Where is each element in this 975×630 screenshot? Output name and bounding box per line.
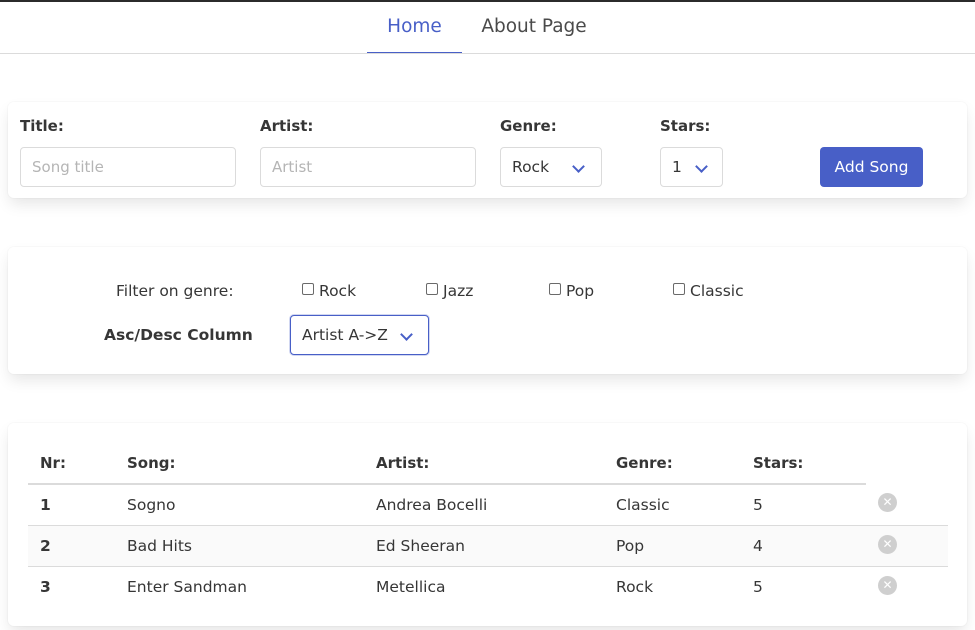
column-header-artist: Artist:: [376, 454, 430, 472]
close-icon: ✕: [882, 537, 893, 551]
close-icon: ✕: [882, 495, 893, 509]
delete-song-button[interactable]: ✕: [878, 535, 897, 554]
artist-label: Artist:: [260, 117, 314, 135]
chevron-down-icon: [400, 328, 413, 341]
cell-nr: 1: [40, 496, 51, 514]
chevron-down-icon: [572, 160, 585, 173]
genre-select[interactable]: Rock: [500, 147, 602, 187]
cell-nr: 2: [40, 537, 51, 555]
column-header-nr: Nr:: [40, 454, 66, 472]
checkbox-icon: [426, 283, 438, 295]
delete-song-button[interactable]: ✕: [878, 576, 897, 595]
cell-artist: Andrea Bocelli: [376, 496, 488, 514]
chevron-down-icon: [695, 160, 708, 173]
cell-genre: Pop: [616, 537, 645, 555]
cell-song: Bad Hits: [127, 537, 193, 555]
column-header-stars: Stars:: [753, 454, 804, 472]
cell-stars: 5: [753, 578, 763, 596]
filter-checkbox-pop[interactable]: Pop: [549, 282, 594, 300]
column-header-song: Song:: [127, 454, 176, 472]
checkbox-icon: [302, 283, 314, 295]
cell-nr: 3: [40, 578, 51, 596]
cell-genre: Classic: [616, 496, 670, 514]
sort-select-value: Artist A->Z: [302, 326, 388, 344]
checkbox-icon: [673, 283, 685, 295]
close-icon: ✕: [882, 578, 893, 592]
cell-stars: 5: [753, 496, 763, 514]
checkbox-icon: [549, 283, 561, 295]
filter-genre-label: Filter on genre:: [116, 282, 234, 300]
artist-input[interactable]: [260, 147, 476, 187]
tab-home[interactable]: Home: [367, 2, 462, 53]
row-divider: [28, 566, 948, 567]
table-header-rule: [28, 483, 866, 485]
cell-song: Sogno: [127, 496, 176, 514]
title-input[interactable]: [20, 147, 236, 187]
stars-label: Stars:: [660, 117, 711, 135]
tab-about-page[interactable]: About Page: [470, 2, 598, 53]
genre-label: Genre:: [500, 117, 557, 135]
sort-label: Asc/Desc Column: [104, 326, 253, 344]
genre-select-value: Rock: [512, 158, 550, 176]
add-song-button[interactable]: Add Song: [820, 147, 923, 187]
add-song-form: Title: Artist: Genre: Rock Stars: 1 Add …: [8, 102, 967, 198]
stars-select[interactable]: 1: [660, 147, 723, 187]
cell-song: Enter Sandman: [127, 578, 247, 596]
cell-stars: 4: [753, 537, 763, 555]
filter-panel: Filter on genre: Rock Jazz Pop Classic A…: [8, 247, 967, 374]
filter-checkbox-rock[interactable]: Rock: [302, 282, 356, 300]
top-nav: Home About Page: [0, 2, 975, 54]
delete-song-button[interactable]: ✕: [878, 493, 897, 512]
cell-artist: Metellica: [376, 578, 446, 596]
cell-genre: Rock: [616, 578, 654, 596]
filter-checkbox-classic[interactable]: Classic: [673, 282, 744, 300]
sort-select[interactable]: Artist A->Z: [290, 315, 429, 355]
column-header-genre: Genre:: [616, 454, 673, 472]
cell-artist: Ed Sheeran: [376, 537, 465, 555]
title-label: Title:: [20, 117, 64, 135]
filter-checkbox-jazz[interactable]: Jazz: [426, 282, 473, 300]
stars-select-value: 1: [672, 158, 682, 176]
